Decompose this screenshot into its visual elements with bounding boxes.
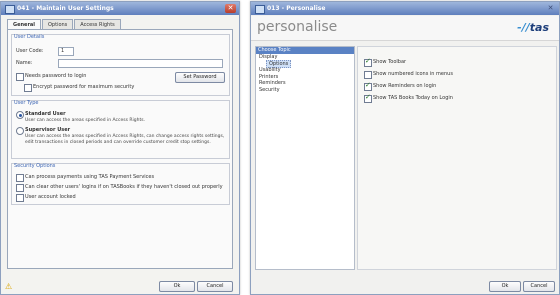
clear-logins-checkbox[interactable] <box>16 184 24 192</box>
set-password-button[interactable]: Set Password <box>175 72 225 83</box>
numbered-icons-checkbox[interactable] <box>364 71 372 79</box>
account-locked-label: User account locked <box>25 194 76 200</box>
close-button[interactable]: ✕ <box>545 4 556 13</box>
name-label: Name: <box>16 60 33 66</box>
user-details-group: User Details User Code: 1 Name: Needs pa… <box>11 34 230 96</box>
app-icon <box>255 5 265 14</box>
books-today-checkbox[interactable] <box>364 93 372 103</box>
user-code-field[interactable]: 1 <box>58 47 74 56</box>
security-options-group: Security Options Can process payments us… <box>11 163 230 205</box>
user-details-title: User Details <box>14 34 45 40</box>
ok-button[interactable]: Ok <box>159 281 195 292</box>
standard-user-label: Standard User <box>25 111 66 117</box>
payments-checkbox[interactable] <box>16 174 24 182</box>
encrypt-password-label: Encrypt password for maximum security <box>33 84 135 90</box>
title-bar[interactable]: 041 - Maintain User Settings ✕ <box>1 2 239 15</box>
general-panel: User Details User Code: 1 Name: Needs pa… <box>7 29 233 269</box>
tas-logo: -//tas <box>517 21 549 34</box>
show-toolbar-checkbox[interactable] <box>364 57 372 67</box>
standard-user-radio[interactable] <box>16 111 24 119</box>
user-type-group: User Type Standard User User can access … <box>11 100 230 159</box>
account-locked-checkbox[interactable] <box>16 194 24 202</box>
topic-security[interactable]: Security <box>256 87 354 94</box>
topic-label: Security <box>259 86 280 93</box>
tab-access-rights[interactable]: Access Rights <box>74 19 121 29</box>
topic-label: Usability <box>259 67 281 73</box>
warning-icon: ⚠ <box>5 282 13 291</box>
window-title: 041 - Maintain User Settings <box>17 5 114 12</box>
tab-options[interactable]: Options <box>42 19 74 29</box>
topic-list: Choose Topic Display Options Usability P… <box>255 46 355 270</box>
cancel-button[interactable]: Cancel <box>197 281 233 292</box>
tab-strip: General Options Access Rights <box>7 19 122 29</box>
supervisor-user-label: Supervisor User <box>25 127 71 133</box>
options-panel: Show Toolbar Show numbered icons in menu… <box>357 46 557 270</box>
needs-password-checkbox[interactable] <box>16 73 24 81</box>
payments-label: Can process payments using TAS Payment S… <box>25 174 155 180</box>
user-code-label: User Code: <box>16 48 44 54</box>
supervisor-user-radio[interactable] <box>16 127 24 135</box>
ok-button[interactable]: Ok <box>489 281 521 292</box>
topic-label: Printers <box>259 73 279 80</box>
topic-label: Reminders <box>259 80 286 86</box>
app-icon <box>5 5 15 14</box>
user-code-value: 1 <box>61 48 65 54</box>
reminders-checkbox[interactable] <box>364 81 372 91</box>
window-title: 013 - Personalise <box>267 5 326 12</box>
security-options-title: Security Options <box>14 163 56 169</box>
cancel-button[interactable]: Cancel <box>523 281 555 292</box>
standard-user-description: User can access the areas specified in A… <box>25 118 145 123</box>
encrypt-password-checkbox[interactable] <box>24 84 32 92</box>
supervisor-user-description: User can access the areas specified in A… <box>25 134 225 145</box>
user-type-title: User Type <box>14 100 39 106</box>
logo-mark: -// <box>517 21 530 34</box>
tab-general[interactable]: General <box>7 19 41 29</box>
logo-text: tas <box>529 21 549 34</box>
books-today-label: Show TAS Books Today on Login <box>373 95 453 101</box>
clear-logins-label: Can clear other users' logins if on TASB… <box>25 184 223 190</box>
close-button[interactable]: ✕ <box>225 4 236 13</box>
topic-list-header: Choose Topic <box>256 47 354 54</box>
title-bar[interactable]: 013 - Personalise ✕ <box>251 2 559 15</box>
reminders-label: Show Reminders on login <box>373 83 437 89</box>
show-toolbar-label: Show Toolbar <box>373 59 407 65</box>
banner: personalise -//tas <box>251 16 559 41</box>
name-field[interactable] <box>58 59 223 68</box>
banner-title: personalise <box>257 19 338 35</box>
numbered-icons-label: Show numbered icons in menus <box>373 71 453 77</box>
needs-password-label: Needs password to login <box>25 73 87 79</box>
personalise-window: 013 - Personalise ✕ personalise -//tas C… <box>250 1 560 295</box>
maintain-user-settings-window: 041 - Maintain User Settings ✕ General O… <box>0 1 240 295</box>
